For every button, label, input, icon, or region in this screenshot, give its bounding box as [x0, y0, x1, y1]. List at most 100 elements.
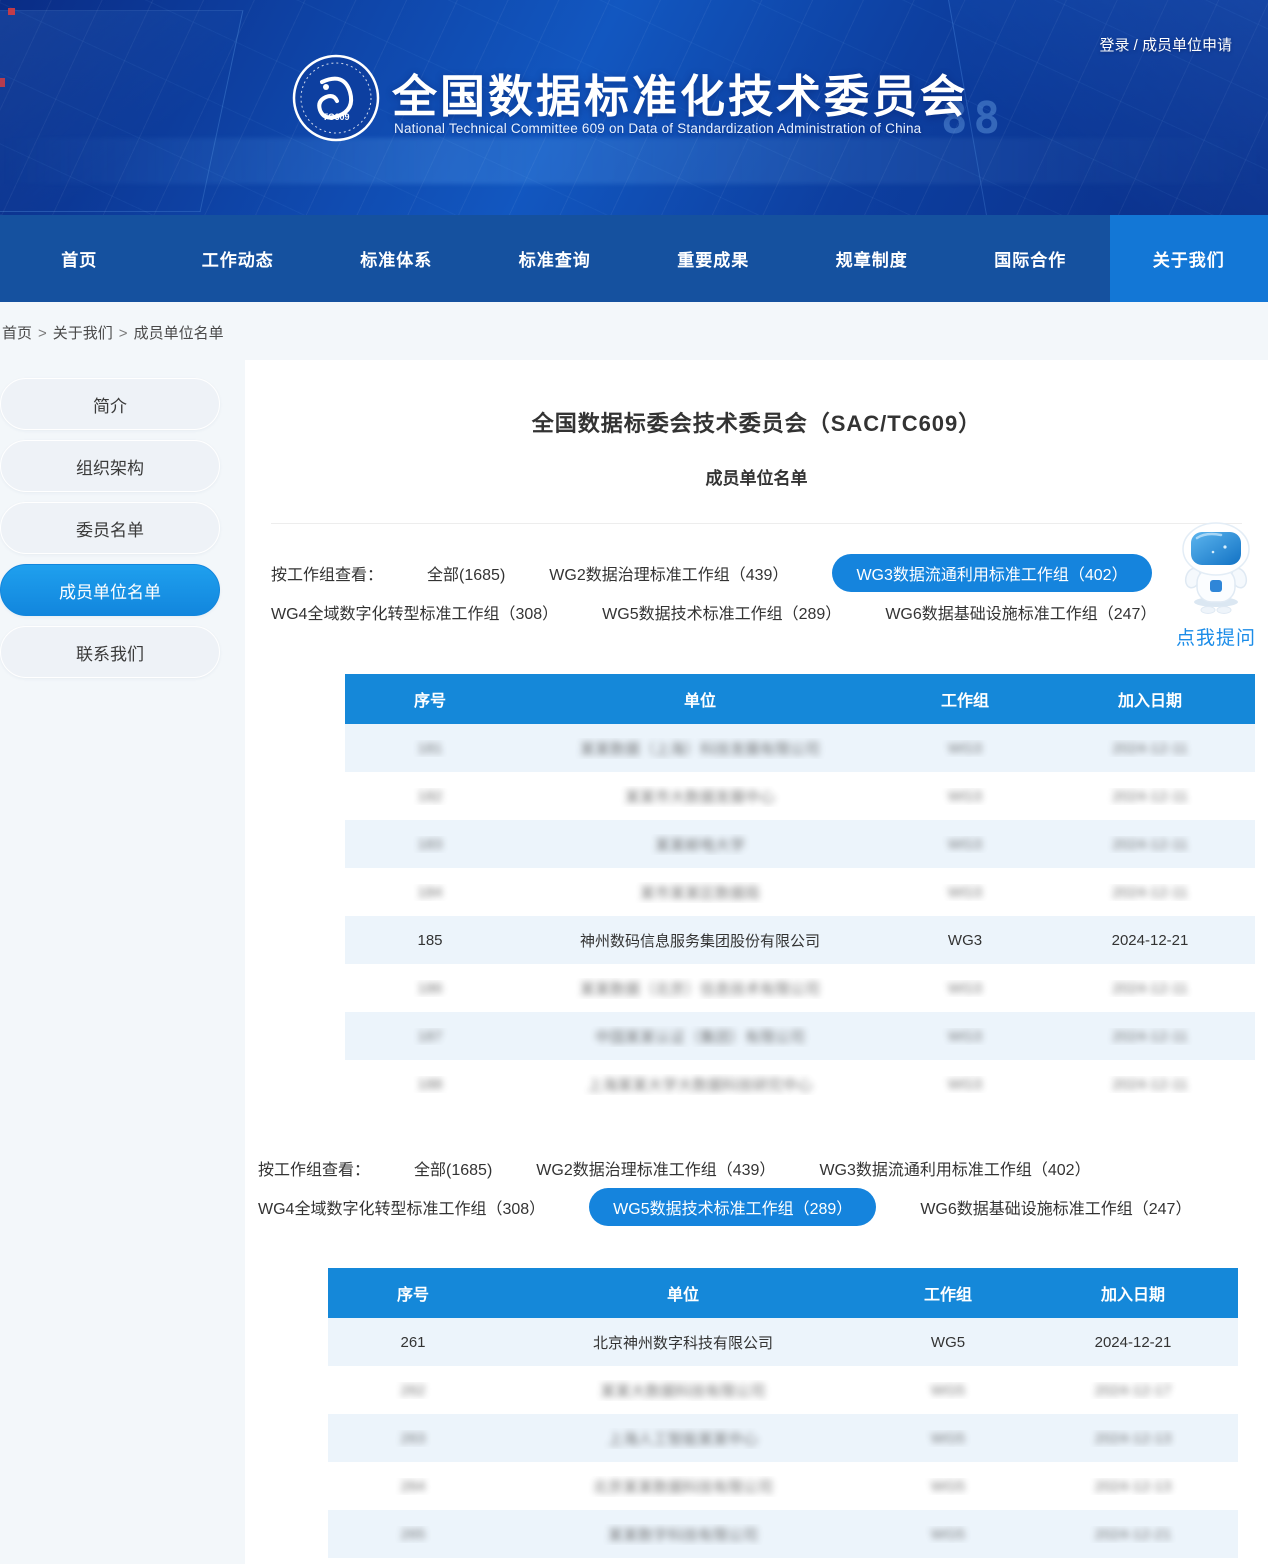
filter-option-4[interactable]: WG4全域数字化转型标准工作组（308） — [271, 600, 558, 624]
table-cell-text: 中国某某认证（集团）有限公司 — [595, 1029, 805, 1046]
filter-option-5[interactable]: WG5数据技术标准工作组（289） — [589, 1188, 876, 1226]
table-cell-text: 182 — [417, 788, 442, 805]
table-cell-text: 2024-12-11 — [1112, 980, 1188, 997]
filter-option-3[interactable]: WG3数据流通利用标准工作组（402） — [819, 1156, 1090, 1180]
robot-mascot-icon[interactable] — [1173, 601, 1259, 618]
table-cell: 上海某某大学大数据科技研究中心 — [515, 1074, 885, 1095]
filter-line: WG4全域数字化转型标准工作组（308） WG5数据技术标准工作组（289） WG6… — [258, 1188, 1268, 1226]
member-table-1: 序号单位工作组加入日期 181 某某数据（上海）科技发展有限公司 WG3 2024-12… — [345, 674, 1255, 1108]
sidebar-item-5[interactable]: 联系我们 — [0, 626, 220, 678]
filter-option-6[interactable]: WG6数据基础设施标准工作组（247） — [920, 1195, 1191, 1219]
table-cell: 188 — [345, 1076, 515, 1093]
filter-option-4[interactable]: WG4全域数字化转型标准工作组（308） — [258, 1195, 545, 1219]
table-cell: 2024-12-17 — [1028, 1382, 1238, 1399]
table-cell-text: 某某数字科技有限公司 — [608, 1527, 758, 1544]
filter-option-1[interactable]: 全部(1685) — [414, 1156, 492, 1180]
table-cell: WG5 — [868, 1382, 1028, 1399]
table-cell-text: 263 — [400, 1430, 425, 1447]
filter-section-2: 按工作组查看：全部(1685)WG2数据治理标准工作组（439）WG3数据流通利… — [258, 1150, 1268, 1226]
table-cell-text: WG5 — [931, 1430, 965, 1447]
nav-item-8[interactable]: 关于我们 — [1110, 215, 1268, 302]
breadcrumb-separator: > — [38, 325, 47, 342]
table-row: 265某某数字科技有限公司WG52024-12-21 — [328, 1510, 1238, 1558]
site-logo-icon[interactable]: TC609 — [292, 54, 380, 142]
table-cell-text: 上海某某大学大数据科技研究中心 — [587, 1077, 812, 1094]
breadcrumb-item-1[interactable]: 首页 — [2, 325, 32, 342]
assistant-widget[interactable]: 点我提问 — [1168, 522, 1264, 650]
sidebar-item-2[interactable]: 组织架构 — [0, 440, 220, 492]
table-row: 186某某数据（北京）信息技术有限公司WG32024-12-11 — [345, 964, 1255, 1012]
table-cell: 261 — [328, 1334, 498, 1351]
table-row: 182某某市大数据发展中心WG32024-12-11 — [345, 772, 1255, 820]
table-cell-text: 2024-12-13 — [1095, 1430, 1172, 1447]
nav-item-5[interactable]: 重要成果 — [634, 215, 793, 302]
table-row: 262某某大数据科技有限公司WG52024-12-17 — [328, 1366, 1238, 1414]
filter-option-2[interactable]: WG2数据治理标准工作组（439） — [549, 561, 788, 585]
table-header-row: 序号单位工作组加入日期 — [345, 674, 1255, 724]
table-cell-text: 262 — [400, 1382, 425, 1399]
table-cell: 某某数字科技有限公司 — [498, 1524, 868, 1545]
table-cell: WG5 — [868, 1526, 1028, 1543]
nav-item-1[interactable]: 首页 — [0, 215, 159, 302]
table-cell-text: 184 — [417, 884, 442, 901]
filter-option-1[interactable]: 全部(1685) — [427, 561, 505, 585]
table-cell-text: 神州数码信息服务集团股份有限公司 — [580, 933, 820, 950]
table-row: 264北京某某数据科技有限公司WG52024-12-13 — [328, 1462, 1238, 1510]
table-cell: 2024-12-11 — [1045, 836, 1255, 853]
breadcrumb: 首页>关于我们>成员单位名单 — [2, 322, 224, 343]
filter-option-3[interactable]: WG3数据流通利用标准工作组（402） — [832, 554, 1151, 592]
table-cell-text: 261 — [400, 1334, 425, 1351]
nav-item-3[interactable]: 标准体系 — [317, 215, 476, 302]
table-cell: WG3 — [885, 932, 1045, 949]
table-header-cell: 加入日期 — [1045, 687, 1255, 711]
filter-label: 按工作组查看： — [271, 561, 383, 585]
table-cell: 中国某某认证（集团）有限公司 — [515, 1026, 885, 1047]
table-cell-text: 2024-12-11 — [1112, 884, 1188, 901]
table-cell-text: 181 — [417, 740, 442, 757]
nav-item-4[interactable]: 标准查询 — [476, 215, 635, 302]
divider — [271, 523, 1242, 524]
table-cell: 某某市大数据发展中心 — [515, 786, 885, 807]
table-cell: WG5 — [868, 1478, 1028, 1495]
nav-item-2[interactable]: 工作动态 — [159, 215, 318, 302]
table-cell: 2024-12-21 — [1045, 932, 1255, 949]
nav-item-7[interactable]: 国际合作 — [951, 215, 1110, 302]
table-row: 185神州数码信息服务集团股份有限公司WG32024-12-21 — [345, 916, 1255, 964]
filter-option-2[interactable]: WG2数据治理标准工作组（439） — [536, 1156, 775, 1180]
breadcrumb-item-2[interactable]: 关于我们 — [53, 325, 113, 342]
filter-line: 按工作组查看：全部(1685)WG2数据治理标准工作组（439）WG3数据流通利… — [258, 1150, 1268, 1186]
table-header-row: 序号单位工作组加入日期 — [328, 1268, 1238, 1318]
table-cell: 265 — [328, 1526, 498, 1543]
table-cell-text: 某某数据（上海）科技发展有限公司 — [580, 741, 820, 758]
table-cell: 上海人工智能某某中心 — [498, 1428, 868, 1449]
table-cell: WG5 — [868, 1334, 1028, 1351]
table-header-cell: 序号 — [328, 1281, 498, 1305]
table-cell-text: WG5 — [931, 1478, 965, 1495]
sidebar-menu: 简介组织架构委员名单成员单位名单联系我们 — [0, 378, 220, 688]
table-cell: 184 — [345, 884, 515, 901]
table-cell-text: WG5 — [931, 1334, 965, 1351]
sidebar-item-1[interactable]: 简介 — [0, 378, 220, 430]
table-header-cell: 序号 — [345, 687, 515, 711]
filter-line: 按工作组查看： 全部(1685) WG2数据治理标准工作组（439） WG3数据流通利… — [271, 554, 1268, 592]
filter-option-5[interactable]: WG5数据技术标准工作组（289） — [602, 600, 841, 624]
assistant-label[interactable]: 点我提问 — [1168, 623, 1264, 650]
login-link[interactable]: 登录 / 成员单位申请 — [1099, 34, 1232, 55]
table-row: 183某某邮电大学WG32024-12-11 — [345, 820, 1255, 868]
table-cell-text: 2024-12-11 — [1112, 788, 1188, 805]
filter-option-6[interactable]: WG6数据基础设施标准工作组（247） — [885, 600, 1156, 624]
table-cell: 北京神州数字科技有限公司 — [498, 1332, 868, 1353]
sidebar-item-3[interactable]: 委员名单 — [0, 502, 220, 554]
table-row: 263 上海人工智能某某中心 WG5 2024-12-13 — [328, 1414, 1238, 1462]
table-cell: 某某数据（上海）科技发展有限公司 — [515, 738, 885, 759]
main-nav: 首页工作动态标准体系标准查询重要成果规章制度国际合作关于我们 — [0, 215, 1268, 302]
sidebar-item-4[interactable]: 成员单位名单 — [0, 564, 220, 616]
nav-item-6[interactable]: 规章制度 — [793, 215, 952, 302]
table-cell-text: 某某数据（北京）信息技术有限公司 — [580, 981, 820, 998]
table-cell-text: WG3 — [948, 932, 982, 949]
table-cell: 264 — [328, 1478, 498, 1495]
table-cell: 2024-12-13 — [1028, 1478, 1238, 1495]
table-cell-text: 187 — [417, 1028, 442, 1045]
table-cell: 2024-12-11 — [1045, 740, 1255, 757]
table-cell: 2024-12-11 — [1045, 1028, 1255, 1045]
